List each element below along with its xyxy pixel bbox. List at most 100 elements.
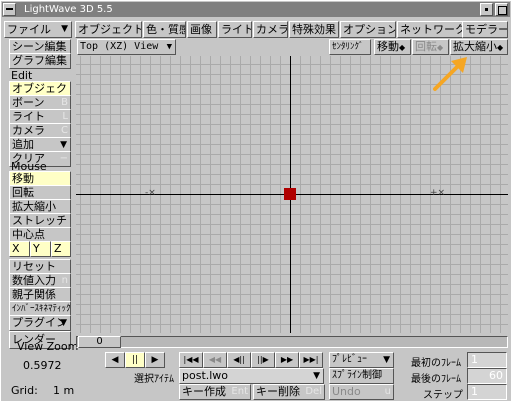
stretch-label: ストレッチ [12,214,67,227]
grid-value: 1 m [53,384,75,397]
camera-shortcut: C [61,125,68,136]
timeline-slider-knob[interactable]: 0 [78,336,121,348]
title-bar: LightWave 3D 5.5 [2,2,510,17]
tab-label: オブジェクト [78,23,142,36]
axis-x-label: X [12,242,20,255]
graph-edit-button[interactable]: グラフ編集 [9,53,71,69]
light-label: ライト [12,110,45,123]
prev-frame-button[interactable]: ◀|| [227,352,251,368]
play-reverse-button[interactable]: ◀ [105,352,125,368]
selected-item-select[interactable]: post.lwo ▼ [179,368,324,384]
tab-label: 特殊効果 [292,23,336,36]
axis-z-label: Z [54,242,62,255]
move-mode-button[interactable]: 移動◆ [374,39,411,55]
undo-label: Undo [332,385,361,398]
diamond-icon: ◆ [437,43,444,52]
dash-icon: − [59,153,68,164]
first-frame-button[interactable]: |◀◀ [179,352,203,368]
camera-label: カメラ [12,124,45,137]
tab-object[interactable]: オブジェクト [75,21,142,38]
pivot-label: 中心点 [12,228,45,241]
axis-x-toggle[interactable]: X [9,241,30,257]
preview-menu[interactable]: ﾌﾟﾚﾋﾞｭｰ ▼ [329,352,394,368]
delete-key-label: キー削除 [256,385,300,398]
next-frame-icon: ||▶ [257,355,269,364]
pause-icon: || [131,355,139,365]
view-select[interactable]: Top (XZ) View ▼ [77,39,176,55]
last-frame-field[interactable]: 60 [467,368,507,384]
pause-button[interactable]: || [125,352,145,368]
spline-control-label: ｽﾌﾟﾗｲﾝ制御 [332,370,382,381]
undo-shortcut: u [384,386,391,397]
chevron-down-icon: ▼ [166,42,172,52]
tab-light[interactable]: ライト [218,21,252,38]
tab-label: モデラー [465,23,508,36]
play-icon: ▶ [151,355,159,365]
plugin-label: プラグイン [12,316,67,329]
first-frame-icon: |◀◀ [183,355,199,364]
grid-label: Grid: [11,384,38,397]
delete-key-button[interactable]: キー削除 Del [253,384,325,400]
light-shortcut: L [62,111,68,122]
preview-label: ﾌﾟﾚﾋﾞｭｰ [332,354,367,365]
tab-surface[interactable]: 色・質感 [143,21,186,38]
tab-options[interactable]: オプション [340,21,396,38]
file-menu[interactable]: ファイル ▼ [4,21,72,38]
system-menu-button[interactable] [3,3,16,16]
app-window: LightWave 3D 5.5 ファイル ▼ オブジェクト 色・質感 画像 ラ… [0,0,512,402]
tab-network[interactable]: ネットワーク [397,21,463,38]
last-frame-label: 最後のﾌﾚｰﾑ [411,374,461,385]
tab-image[interactable]: 画像 [187,21,217,38]
delete-key-shortcut: Del [305,386,322,397]
chevron-down-icon: ▼ [61,24,68,34]
tab-label: オプション [343,23,396,36]
scene-edit-label: シーン編集 [12,40,67,53]
maximize-button[interactable] [495,3,508,16]
numeric-label: 数値入力 [12,274,56,287]
prev-key-button[interactable]: ◀◀ [203,352,227,368]
minimize-button[interactable] [480,3,493,16]
annotation-arrow-icon [433,57,467,91]
tab-camera[interactable]: カメラ [253,21,288,38]
current-frame: 0 [96,336,103,347]
reset-label: リセット [12,260,56,273]
next-key-icon: ▶▶ [280,355,294,364]
file-menu-label: ファイル [7,23,51,36]
step-label: ステップ [423,390,463,401]
object-label: オブジェクト [12,82,70,95]
tab-label: ライト [221,23,252,36]
play-button[interactable]: ▶ [145,352,165,368]
mouse-move-label: 移動 [12,172,34,185]
x-axis-left-marker: -× [145,188,156,198]
tab-modeler[interactable]: モデラー [462,21,508,38]
step-field[interactable]: 1 [467,384,507,400]
undo-button[interactable]: Undo u [329,384,394,400]
prev-frame-icon: ◀|| [233,355,245,364]
plugin-menu[interactable]: プラグイン ▼ [9,315,71,331]
last-frame-icon: ▶▶| [303,355,319,364]
move-label: 移動 [377,40,399,53]
selected-object-marker[interactable] [284,188,296,200]
axis-z-toggle[interactable]: Z [51,241,71,257]
selected-item-value: post.lwo [182,369,229,382]
chevron-down-icon: ▼ [60,318,67,328]
first-frame-field[interactable]: 1 [467,352,507,368]
graph-edit-label: グラフ編集 [12,54,67,67]
centering-button[interactable]: ｾﾝﾀﾘﾝｸﾞ [329,39,371,55]
spline-control-button[interactable]: ｽﾌﾟﾗｲﾝ制御 [329,368,394,384]
add-label: 追加 [12,138,34,151]
axis-y-label: Y [33,242,40,255]
last-frame-button[interactable]: ▶▶| [299,352,323,368]
next-frame-button[interactable]: ||▶ [251,352,275,368]
prev-key-icon: ◀◀ [208,355,222,364]
mouse-scale-label: 拡大縮小 [12,200,56,213]
x-axis-right-marker: +× [430,188,446,198]
tab-effects[interactable]: 特殊効果 [289,21,339,38]
bone-shortcut: B [61,97,68,108]
next-key-button[interactable]: ▶▶ [275,352,299,368]
rotate-label: 回転 [415,40,437,53]
create-key-shortcut: Ent [231,386,248,397]
axis-y-toggle[interactable]: Y [30,241,51,257]
create-key-button[interactable]: キー作成 Ent [179,384,251,400]
timeline-slider-track[interactable] [76,336,508,348]
